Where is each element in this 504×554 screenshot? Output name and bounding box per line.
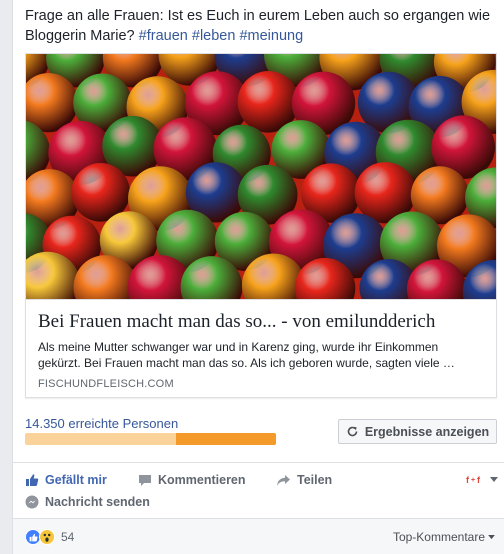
- link-description: Als meine Mutter schwanger war und in Ka…: [38, 340, 455, 370]
- reactions-summary[interactable]: 54: [25, 529, 74, 545]
- share-icon: [277, 474, 290, 486]
- link-domain: FISCHUNDFLEISCH.COM: [38, 378, 174, 390]
- refresh-icon: [347, 426, 358, 437]
- post-as-menu[interactable]: f + f: [466, 470, 498, 490]
- comment-icon: [139, 474, 151, 486]
- send-message-label: Nachricht senden: [45, 495, 150, 509]
- reach-count[interactable]: 14.350 erreichte Personen: [25, 416, 178, 431]
- link-preview[interactable]: Bei Frauen macht man das so... - von emi…: [25, 53, 497, 398]
- hashtag-meinung[interactable]: #meinung: [239, 28, 303, 44]
- reach-bar-paid-segment: [175, 433, 276, 445]
- svg-text:+: +: [471, 477, 475, 484]
- post-message: Frage an alle Frauen: Ist es Euch in eur…: [25, 6, 495, 46]
- comment-label: Kommentieren: [158, 473, 246, 487]
- link-preview-image[interactable]: [26, 54, 496, 299]
- share-label: Teilen: [297, 473, 333, 487]
- page-avatar-icon: f + f: [466, 475, 481, 485]
- svg-text:f: f: [466, 475, 470, 485]
- messenger-icon: [25, 495, 39, 509]
- share-button[interactable]: Teilen: [276, 470, 332, 490]
- wow-reaction-icon: [39, 529, 55, 545]
- comment-sort-dropdown[interactable]: Top-Kommentare: [393, 530, 495, 544]
- thumbs-up-icon: [26, 474, 39, 486]
- hashtag-frauen[interactable]: #frauen: [139, 28, 188, 44]
- divider: [13, 462, 504, 463]
- show-results-label: Ergebnisse anzeigen: [364, 424, 490, 439]
- send-message-button[interactable]: Nachricht senden: [25, 492, 150, 512]
- like-label: Gefällt mir: [45, 473, 107, 487]
- show-results-button[interactable]: Ergebnisse anzeigen: [338, 419, 497, 444]
- action-bar: Gefällt mir Kommentieren Teilen f + f: [25, 470, 498, 490]
- reactions-footer: 54 Top-Kommentare: [13, 519, 504, 554]
- comment-button[interactable]: Kommentieren: [138, 470, 246, 490]
- link-preview-body[interactable]: Bei Frauen macht man das so... - von emi…: [26, 299, 496, 397]
- like-button[interactable]: Gefällt mir: [25, 470, 107, 490]
- svg-text:f: f: [477, 475, 481, 485]
- caret-down-icon: [490, 477, 498, 482]
- caret-down-icon: [488, 534, 495, 539]
- reaction-count: 54: [61, 530, 75, 544]
- hashtag-leben[interactable]: #leben: [192, 28, 236, 44]
- reach-bar: [25, 433, 276, 445]
- gumballs-photo: [26, 54, 496, 299]
- post-card: Frage an alle Frauen: Ist es Euch in eur…: [12, 0, 504, 554]
- link-title[interactable]: Bei Frauen macht man das so... - von emi…: [38, 310, 484, 334]
- comment-sort-label: Top-Kommentare: [392, 530, 485, 544]
